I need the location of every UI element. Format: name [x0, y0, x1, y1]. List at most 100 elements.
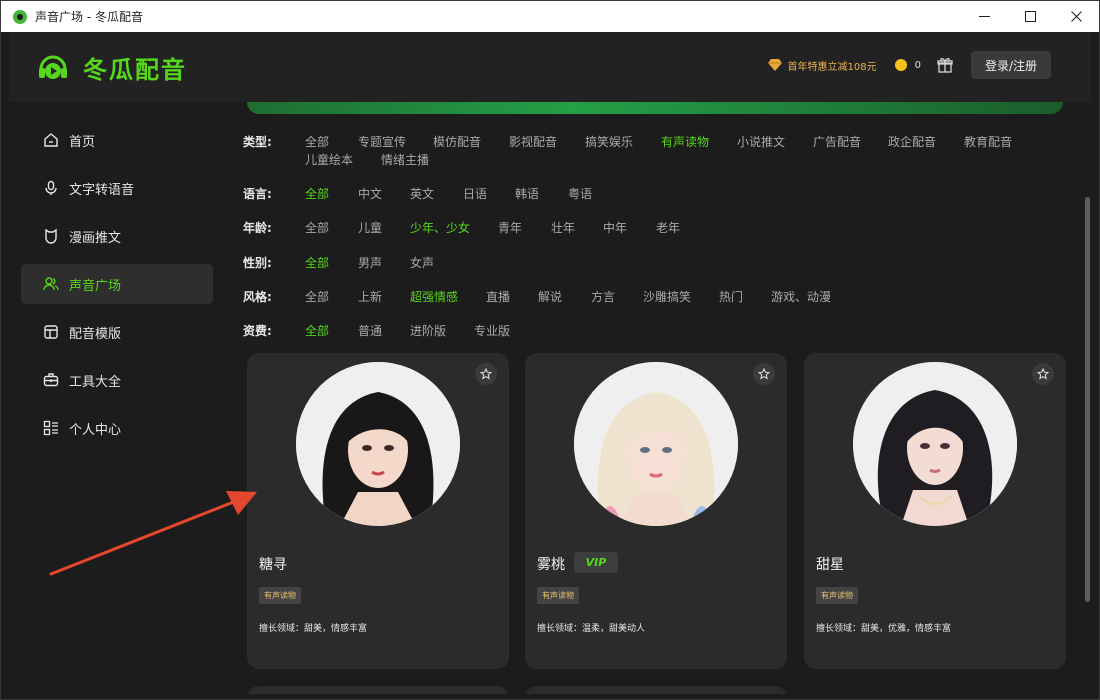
filter-option[interactable]: 情绪主播: [381, 151, 429, 168]
sidebar-item-tools[interactable]: 工具大全: [21, 360, 213, 400]
window-controls: [961, 1, 1099, 32]
filter-option[interactable]: 沙雕搞笑: [643, 288, 691, 305]
portrait-image: [296, 362, 460, 526]
logo[interactable]: 冬瓜配音: [37, 50, 187, 85]
filter-option[interactable]: 政企配音: [888, 133, 936, 150]
minimize-icon: [978, 15, 990, 17]
favorite-button[interactable]: [753, 363, 775, 385]
sidebar-item-home[interactable]: 首页: [21, 120, 213, 160]
filter-option[interactable]: 儿童: [358, 219, 382, 236]
diamond-icon: [767, 59, 782, 71]
filter-option-selected[interactable]: 超强情感: [410, 288, 458, 305]
filter-option[interactable]: 中文: [358, 185, 382, 202]
filter-option-selected[interactable]: 少年、少女: [410, 219, 470, 236]
filter-option[interactable]: 英文: [410, 185, 434, 202]
filter-type: 类型: 全部 专题宣传 模仿配音 影视配音 搞笑娱乐 有声读物 小说推文 广告配…: [243, 133, 1065, 167]
sidebar-item-voice-square[interactable]: 声音广场: [21, 264, 213, 304]
filter-option[interactable]: 专题宣传: [358, 133, 406, 150]
sidebar-item-text-to-speech[interactable]: 文字转语音: [21, 168, 213, 208]
coin-icon: [894, 59, 907, 71]
filter-option[interactable]: 直播: [486, 288, 510, 305]
filter-option[interactable]: 全部: [305, 288, 329, 305]
voice-card[interactable]: 糖寻 有声读物 擅长领域：甜美，情感丰富: [247, 353, 509, 669]
sidebar: 首页 文字转语音 漫画推文 声音广场 配音模版 工具大全 个人中心: [9, 102, 227, 694]
filter-options: 全部 男声 女声: [305, 254, 1065, 271]
app-window: 声音广场 - 冬瓜配音 冬瓜配音 首年特惠立减108元 0 登录/注册 首页 文…: [0, 0, 1100, 700]
filter-language: 语言: 全部 中文 英文 日语 韩语 粤语: [243, 185, 1065, 202]
filter-option[interactable]: 青年: [498, 219, 522, 236]
sidebar-item-template[interactable]: 配音模版: [21, 312, 213, 352]
scrollbar[interactable]: [1084, 102, 1091, 694]
close-button[interactable]: [1053, 1, 1099, 32]
sidebar-item-label: 首页: [69, 134, 96, 150]
favorite-button[interactable]: [1032, 363, 1054, 385]
filter-label: 风格:: [243, 290, 272, 304]
promo-text: 首年特惠立减108元: [787, 61, 877, 73]
filter-option[interactable]: 中年: [603, 219, 627, 236]
filter-option[interactable]: 粤语: [568, 185, 592, 202]
window-title: 声音广场 - 冬瓜配音: [35, 10, 143, 24]
voice-description: 擅长领域：甜美，优雅，情感丰富: [816, 624, 952, 634]
filter-option[interactable]: 女声: [410, 254, 434, 271]
filter-option[interactable]: 老年: [656, 219, 680, 236]
filter-option[interactable]: 模仿配音: [433, 133, 481, 150]
filter-gender: 性别: 全部 男声 女声: [243, 254, 1065, 271]
title-bar: 声音广场 - 冬瓜配音: [1, 1, 1099, 32]
toolbox-icon: [43, 372, 59, 388]
maximize-button[interactable]: [1007, 1, 1053, 32]
sidebar-item-label: 工具大全: [69, 374, 122, 390]
filter-option[interactable]: 广告配音: [813, 133, 861, 150]
minimize-button[interactable]: [961, 1, 1007, 32]
voice-card[interactable]: [525, 686, 787, 694]
filter-option[interactable]: 专业版: [474, 322, 510, 339]
voice-name: 甜星: [816, 557, 844, 573]
filter-option[interactable]: 全部: [305, 219, 329, 236]
coin-count: 0: [914, 59, 921, 71]
voice-card[interactable]: 甜星 有声读物 擅长领域：甜美，优雅，情感丰富: [804, 353, 1066, 669]
filter-option[interactable]: 普通: [358, 322, 382, 339]
filter-option[interactable]: 上新: [358, 288, 382, 305]
filter-label: 性别:: [243, 256, 272, 270]
star-icon: [1037, 368, 1049, 380]
banner[interactable]: [247, 102, 1063, 114]
filter-option-selected[interactable]: 全部: [305, 322, 329, 339]
gift-icon[interactable]: [937, 57, 953, 73]
sidebar-item-comic[interactable]: 漫画推文: [21, 216, 213, 256]
filter-option-selected[interactable]: 全部: [305, 254, 329, 271]
filter-option[interactable]: 日语: [463, 185, 487, 202]
filter-option[interactable]: 解说: [538, 288, 562, 305]
filter-option[interactable]: 影视配音: [509, 133, 557, 150]
filter-options: 全部 上新 超强情感 直播 解说 方言 沙雕搞笑 热门 游戏、动漫: [305, 288, 1065, 305]
filter-option[interactable]: 教育配音: [964, 133, 1012, 150]
filter-style: 风格: 全部 上新 超强情感 直播 解说 方言 沙雕搞笑 热门 游戏、动漫: [243, 288, 1065, 305]
promo-link[interactable]: 首年特惠立减108元: [767, 58, 877, 73]
voice-card[interactable]: 雾桃 VIP 有声读物 擅长领域：温柔，甜美动人: [525, 353, 787, 669]
filter-option[interactable]: 热门: [719, 288, 743, 305]
filter-label: 资费:: [243, 324, 272, 338]
filter-label: 年龄:: [243, 221, 272, 235]
category-tag: 有声读物: [259, 587, 301, 604]
filter-option[interactable]: 韩语: [515, 185, 539, 202]
filter-option[interactable]: 壮年: [551, 219, 575, 236]
comic-icon: [43, 228, 59, 244]
filter-option[interactable]: 方言: [591, 288, 615, 305]
filter-option[interactable]: 游戏、动漫: [771, 288, 831, 305]
filter-option[interactable]: 儿童绘本: [305, 151, 353, 168]
filter-option[interactable]: 小说推文: [737, 133, 785, 150]
voice-card[interactable]: [247, 686, 509, 694]
filter-option-selected[interactable]: 全部: [305, 185, 329, 202]
coin-balance[interactable]: 0: [894, 59, 921, 71]
scrollbar-thumb[interactable]: [1085, 197, 1090, 602]
sidebar-item-profile[interactable]: 个人中心: [21, 408, 213, 448]
voice-description: 擅长领域：甜美，情感丰富: [259, 624, 368, 634]
login-register-button[interactable]: 登录/注册: [971, 51, 1051, 79]
filter-option-selected[interactable]: 有声读物: [661, 133, 709, 150]
filter-option[interactable]: 男声: [358, 254, 382, 271]
filter-options: 全部 儿童 少年、少女 青年 壮年 中年 老年: [305, 219, 1065, 236]
filter-age: 年龄: 全部 儿童 少年、少女 青年 壮年 中年 老年: [243, 219, 1065, 236]
filter-option[interactable]: 搞笑娱乐: [585, 133, 633, 150]
filter-option[interactable]: 全部: [305, 133, 329, 150]
filter-label: 语言:: [243, 187, 272, 201]
favorite-button[interactable]: [475, 363, 497, 385]
filter-option[interactable]: 进阶版: [410, 322, 446, 339]
